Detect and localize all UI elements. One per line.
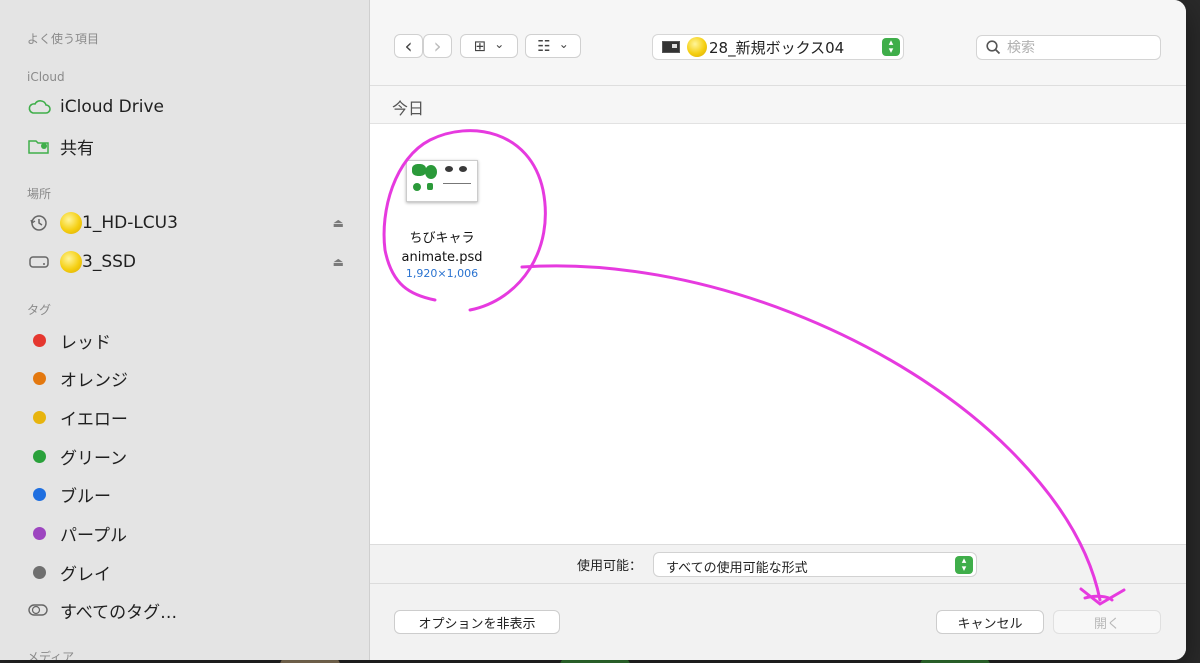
sidebar-item-label: ブルー — [60, 487, 111, 508]
popup-stepper-icon: ▴ ▾ — [882, 38, 900, 56]
sidebar-item-tag[interactable]: グリーン — [26, 441, 356, 471]
tag-color-dot-icon — [33, 449, 46, 463]
tag-color-dot-icon — [33, 565, 46, 579]
media-header: メディア — [27, 650, 75, 660]
time-machine-icon — [26, 212, 52, 234]
sidebar-item-tag[interactable]: ブルー — [26, 480, 356, 510]
sidebar-item-label: 3_SSD — [82, 252, 136, 272]
group-header-today: 今日 — [370, 86, 1186, 124]
sidebar: よく使う項目 iCloud iCloud Drive 共有 場所 1_HD-LC… — [0, 0, 370, 660]
shared-folder-icon — [26, 135, 52, 157]
sidebar-item-tag[interactable]: イエロー — [26, 402, 356, 432]
chevron-left-icon: ‹ — [404, 34, 413, 58]
open-file-dialog: よく使う項目 iCloud iCloud Drive 共有 場所 1_HD-LC… — [0, 0, 1186, 660]
back-button[interactable]: ‹ — [394, 34, 423, 58]
sidebar-item-shared[interactable]: 共有 — [26, 131, 356, 161]
file-item[interactable]: ちびキャラ animate.psd 1,920×1,006 — [392, 154, 492, 280]
format-value: すべての使用可能な形式 — [666, 561, 808, 576]
search-field[interactable] — [976, 35, 1161, 60]
format-label: 使用可能： — [577, 559, 643, 574]
group-grid-icon: ☷ — [537, 37, 551, 55]
eject-icon[interactable]: ⏏ — [333, 255, 344, 269]
sidebar-item-all-tags[interactable]: すべてのタグ… — [26, 595, 356, 625]
drive-icon — [26, 251, 52, 273]
chevron-down-icon: ⌄ — [558, 37, 569, 51]
sidebar-item-tag[interactable]: パープル — [26, 519, 356, 549]
open-button[interactable]: 開く — [1053, 610, 1161, 634]
tag-color-dot-icon — [33, 488, 46, 502]
tag-color-dot-icon — [33, 410, 46, 424]
toolbar: ‹ › ⊞ ⌄ ☷ ⌄ 28_新規ボックス04 ▴ ▾ — [370, 0, 1186, 86]
cloud-icon — [26, 96, 52, 118]
path-label: 28_新規ボックス04 — [709, 38, 845, 57]
sidebar-item-label: 1_HD-LCU3 — [82, 213, 178, 233]
folder-thumbnail-icon — [662, 41, 680, 53]
group-by-button[interactable]: ☷ ⌄ — [525, 34, 581, 58]
sidebar-item-tag[interactable]: オレンジ — [26, 364, 356, 394]
forward-button[interactable]: › — [423, 34, 452, 58]
tag-color-dot-icon — [33, 527, 46, 540]
search-icon — [986, 40, 1001, 55]
tag-color-dot-icon — [33, 372, 46, 386]
view-mode-button[interactable]: ⊞ ⌄ — [460, 34, 518, 58]
tag-color-dot-icon — [33, 333, 46, 347]
file-name: ちびキャラ animate.psd — [401, 231, 483, 265]
icon-grid-icon: ⊞ — [473, 37, 487, 55]
locations-header: 場所 — [27, 187, 52, 201]
tags-header: タグ — [27, 303, 52, 317]
sidebar-item-tag[interactable]: レッド — [26, 325, 356, 355]
path-popup[interactable]: 28_新規ボックス04 ▴ ▾ — [652, 34, 904, 60]
sidebar-item-label: iCloud Drive — [60, 97, 165, 117]
sidebar-item-label: 共有 — [60, 138, 94, 159]
format-popup[interactable]: すべての使用可能な形式 ▴ ▾ — [653, 552, 977, 577]
chevron-down-icon: ⌄ — [494, 37, 505, 51]
yellow-circle-emoji-icon — [60, 251, 82, 273]
sidebar-item-label: イエロー — [60, 409, 128, 430]
sidebar-item-label: すべてのタグ… — [60, 602, 178, 623]
search-input[interactable] — [1007, 39, 1147, 56]
cancel-button[interactable]: キャンセル — [936, 610, 1044, 634]
all-tags-icon — [26, 599, 52, 621]
sidebar-item-icloud-drive[interactable]: iCloud Drive — [26, 92, 356, 122]
sidebar-item-label: パープル — [60, 526, 127, 546]
file-browser-area[interactable]: ちびキャラ animate.psd 1,920×1,006 — [370, 124, 1186, 544]
chevron-right-icon: › — [433, 34, 442, 58]
hide-options-button[interactable]: オプションを非表示 — [394, 610, 560, 634]
yellow-circle-emoji-icon — [687, 37, 707, 57]
sidebar-item-label: グレイ — [60, 564, 111, 585]
popup-stepper-icon: ▴ ▾ — [955, 556, 973, 574]
format-bar: 使用可能： すべての使用可能な形式 ▴ ▾ — [370, 544, 1186, 584]
eject-icon[interactable]: ⏏ — [333, 216, 344, 230]
sidebar-item-label: レッド — [60, 332, 111, 353]
sidebar-item-3-ssd[interactable]: 3_SSD ⏏ — [26, 247, 356, 277]
favorites-header: よく使う項目 — [27, 32, 100, 46]
icloud-header: iCloud — [27, 70, 65, 84]
file-dimensions: 1,920×1,006 — [405, 267, 479, 280]
sidebar-item-tag[interactable]: グレイ — [26, 557, 356, 587]
sidebar-item-hd-lcu3[interactable]: 1_HD-LCU3 ⏏ — [26, 208, 356, 238]
sidebar-item-label: グリーン — [60, 448, 128, 469]
dialog-footer: オプションを非表示 キャンセル 開く — [370, 584, 1186, 660]
yellow-circle-emoji-icon — [60, 212, 82, 234]
file-thumbnail — [406, 160, 478, 202]
sidebar-item-label: オレンジ — [60, 371, 128, 392]
